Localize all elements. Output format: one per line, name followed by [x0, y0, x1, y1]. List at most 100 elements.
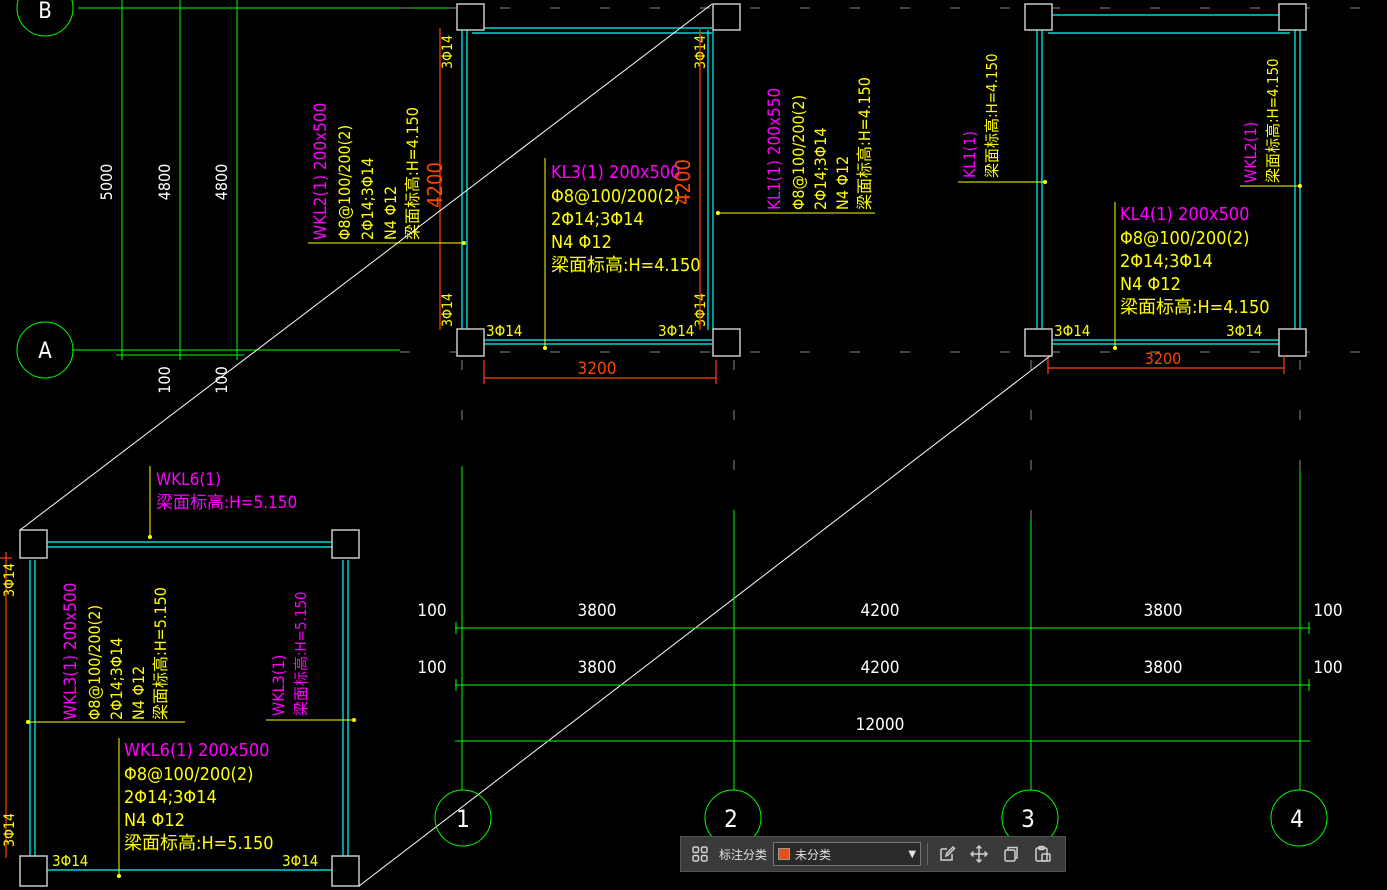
wkl3-left-stirrup: Φ8@100/200(2)	[85, 605, 104, 720]
grid-bubble-b: B	[16, 0, 74, 37]
rebar-tag: 3Φ14	[440, 35, 456, 69]
grid-label-2: 2	[724, 805, 738, 833]
rebar-tag: 3Φ14	[282, 852, 318, 870]
rebar-tag: 3Φ14	[486, 322, 522, 340]
dim-row2-2: 4200	[861, 658, 900, 678]
wkl2-left-elev: 梁面标高:H=4.150	[403, 107, 422, 240]
wkl6-top-elev: 梁面标高:H=5.150	[156, 493, 297, 513]
paste-icon[interactable]	[1030, 841, 1056, 867]
copy-icon[interactable]	[998, 841, 1024, 867]
dim-row1-3: 3800	[1144, 601, 1183, 621]
dim-row1-4: 100	[1313, 601, 1342, 621]
dim-row1-2: 4200	[861, 601, 900, 621]
kl1-right-name: KL1(1)	[960, 131, 979, 178]
dim-100-b: 100	[212, 366, 231, 393]
grid-label-1: 1	[456, 805, 470, 833]
panel-wkl6: 3Φ14 3Φ14 WKL6(1) 梁面标高:H=5.150 WKL3(1) 2…	[0, 466, 360, 887]
top-left-grid	[72, 0, 460, 360]
dim-4800-a: 4800	[155, 164, 174, 201]
wkl3-right-elev: 梁面标高:H=5.150	[292, 591, 310, 716]
grid-bubble-a: A	[16, 321, 74, 379]
rebar-tag: 3Φ14	[693, 35, 709, 69]
dim-total: 12000	[856, 715, 905, 735]
rebar-tag: 3Φ14	[693, 293, 709, 327]
dim-row1-0: 100	[417, 601, 446, 621]
kl1-mid-stirrup: Φ8@100/200(2)	[789, 95, 808, 210]
wkl6-top-name: WKL6(1)	[156, 470, 221, 490]
rebar-tag: 3Φ14	[1054, 322, 1090, 340]
kl3-elev: 梁面标高:H=4.150	[551, 255, 701, 276]
wkl3-left-waist: N4 Φ12	[129, 666, 148, 720]
grid-label-b: B	[38, 0, 52, 24]
grid-view-icon[interactable]	[687, 841, 713, 867]
kl1-mid-name: KL1(1) 200x550	[765, 88, 785, 210]
kl3-bars: 2Φ14;3Φ14	[551, 209, 644, 230]
kl4-stirrup: Φ8@100/200(2)	[1120, 228, 1249, 249]
dim-5000: 5000	[97, 164, 116, 201]
dim-4800-b: 4800	[212, 164, 231, 201]
rebar-tag: 3Φ14	[440, 293, 456, 327]
rebar-tag: 3Φ14	[658, 322, 694, 340]
dim-span-kl4: 3200	[1145, 349, 1182, 368]
wkl6-bottom-waist: N4 Φ12	[124, 810, 185, 831]
kl1-mid-elev: 梁面标高:H=4.150	[855, 77, 874, 210]
rebar-tag: 3Φ14	[1226, 322, 1262, 340]
wkl2-right-name: WKL2(1)	[1241, 122, 1260, 183]
annotation-toolbar: 标注分类 未分类 ▼	[680, 836, 1066, 872]
category-value: 未分类	[795, 847, 832, 862]
rebar-tag: 3Φ14	[2, 563, 18, 597]
move-icon[interactable]	[966, 841, 992, 867]
dim-row2-0: 100	[417, 658, 446, 678]
dim-row2-1: 3800	[578, 658, 617, 678]
grid-bubble-4: 4	[1270, 789, 1328, 847]
kl1-right-elev: 梁面标高:H=4.150	[983, 53, 1001, 178]
wkl2-left-stirrup: Φ8@100/200(2)	[335, 125, 354, 240]
wkl2-left-bars: 2Φ14;3Φ14	[358, 158, 377, 240]
kl3-stirrup: Φ8@100/200(2)	[551, 186, 680, 207]
panel-kl3: KL3(1) 200x500 Φ8@100/200(2) 2Φ14;3Φ14 N…	[423, 3, 741, 384]
rebar-tag: 3Φ14	[52, 852, 88, 870]
axis-lines	[400, 7, 1387, 520]
rebar-tag: 3Φ14	[2, 813, 18, 847]
wkl2-right-elev: 梁面标高:H=4.150	[1264, 58, 1282, 183]
kl1-mid-waist: N4 Φ12	[833, 156, 852, 210]
kl4-elev: 梁面标高:H=4.150	[1120, 297, 1270, 318]
dim-span-kl3: 3200	[578, 359, 617, 379]
grid-bubble-1: 1	[434, 789, 492, 847]
wkl6-bottom-bars: 2Φ14;3Φ14	[124, 787, 217, 808]
chevron-down-icon: ▼	[908, 848, 917, 860]
cad-drawing-canvas[interactable]: B A 5000 4800 4800 100 100 KL3(1) 200x50…	[0, 0, 1387, 890]
toolbar-divider	[927, 843, 929, 865]
grid-label-a: A	[38, 339, 52, 364]
wkl2-left-name: WKL2(1) 200x500	[311, 103, 331, 240]
wkl2-left-waist: N4 Φ12	[381, 186, 400, 240]
panel-kl4: KL4(1) 200x500 Φ8@100/200(2) 2Φ14;3Φ14 N…	[958, 3, 1307, 374]
dim-100-a: 100	[155, 366, 174, 393]
category-label: 标注分类	[719, 847, 768, 862]
kl4-name: KL4(1) 200x500	[1120, 204, 1249, 225]
wkl3-left-name: WKL3(1) 200x500	[61, 583, 81, 720]
kl3-waist: N4 Φ12	[551, 232, 612, 253]
kl3-name: KL3(1) 200x500	[551, 162, 680, 183]
bottom-grid	[455, 466, 1310, 790]
dim-row2-4: 100	[1313, 658, 1342, 678]
grid-label-4: 4	[1290, 805, 1304, 833]
dim-row1-1: 3800	[578, 601, 617, 621]
kl1-mid-bars: 2Φ14;3Φ14	[811, 128, 830, 210]
wkl6-bottom-name: WKL6(1) 200x500	[124, 740, 269, 761]
grid-label-3: 3	[1021, 805, 1035, 833]
dim-height-left: 4200	[423, 162, 447, 208]
kl4-waist: N4 Φ12	[1120, 274, 1181, 295]
dim-row2-3: 3800	[1144, 658, 1183, 678]
edit-icon[interactable]	[934, 841, 960, 867]
wkl3-left-elev: 梁面标高:H=5.150	[151, 587, 170, 720]
wkl6-bottom-elev: 梁面标高:H=5.150	[124, 833, 274, 854]
wkl6-bottom-stirrup: Φ8@100/200(2)	[124, 764, 253, 785]
wkl3-left-bars: 2Φ14;3Φ14	[107, 638, 126, 720]
kl4-bars: 2Φ14;3Φ14	[1120, 251, 1213, 272]
kl1-mid-label: KL1(1) 200x550 Φ8@100/200(2) 2Φ14;3Φ14 N…	[716, 77, 875, 215]
category-select[interactable]: 未分类 ▼	[773, 842, 922, 866]
dim-height-right: 4200	[671, 159, 695, 205]
category-color-swatch	[778, 848, 791, 860]
wkl3-right-name: WKL3(1)	[269, 655, 288, 716]
